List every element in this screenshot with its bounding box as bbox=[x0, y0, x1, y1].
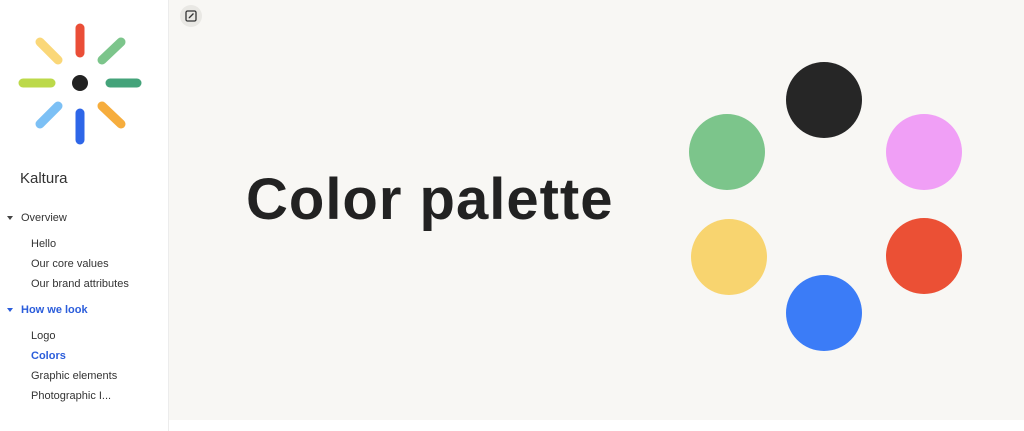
brand-name: Kaltura bbox=[20, 170, 68, 187]
sidebar: Kaltura Overview Hello Our core values O… bbox=[0, 0, 169, 431]
nav-section-overview[interactable]: Overview bbox=[0, 208, 168, 228]
palette-swatch-yellow bbox=[691, 219, 767, 295]
sidebar-nav: Overview Hello Our core values Our brand… bbox=[0, 208, 168, 406]
palette-swatch-green bbox=[689, 114, 765, 190]
nav-item-core-values[interactable]: Our core values bbox=[0, 254, 131, 274]
edit-button[interactable] bbox=[180, 5, 202, 27]
palette-swatch-red bbox=[886, 218, 962, 294]
page-title: Color palette bbox=[246, 167, 614, 232]
nav-section-how-we-look[interactable]: How we look bbox=[0, 300, 168, 320]
caret-down-icon bbox=[7, 308, 13, 312]
palette-swatch-blue bbox=[786, 275, 862, 351]
palette-swatch-pink bbox=[886, 114, 962, 190]
edit-square-icon bbox=[185, 10, 197, 22]
nav-item-photographic[interactable]: Photographic I... bbox=[0, 386, 131, 406]
nav-section-label: Overview bbox=[21, 212, 67, 224]
palette-swatch-black bbox=[786, 62, 862, 138]
nav-item-graphic-elements[interactable]: Graphic elements bbox=[0, 366, 131, 386]
nav-section-label: How we look bbox=[21, 304, 88, 316]
nav-item-colors[interactable]: Colors bbox=[0, 346, 131, 366]
nav-item-logo[interactable]: Logo bbox=[0, 326, 131, 346]
caret-down-icon bbox=[7, 216, 13, 220]
kaltura-logo-icon bbox=[18, 23, 142, 145]
nav-item-hello[interactable]: Hello bbox=[0, 234, 131, 254]
bottom-strip bbox=[169, 420, 1024, 431]
nav-item-brand-attributes[interactable]: Our brand attributes bbox=[0, 274, 131, 294]
